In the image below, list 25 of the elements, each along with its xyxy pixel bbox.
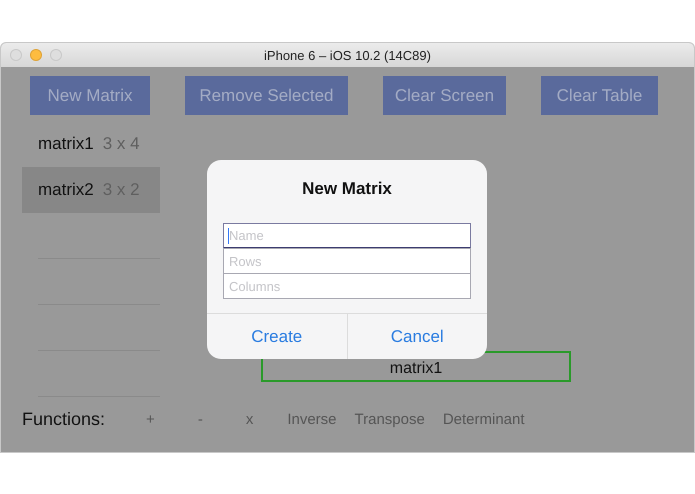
matrix-list-item[interactable]: matrix1 3 x 4 [22, 121, 160, 167]
function-button[interactable]: x [230, 410, 268, 428]
toolbar-button[interactable]: Clear Screen [382, 76, 506, 115]
function-button[interactable]: Transpose [348, 410, 431, 428]
input-field[interactable]: Name [223, 223, 471, 249]
function-button[interactable]: Determinant [436, 410, 531, 428]
input-field[interactable]: Columns [223, 273, 471, 299]
toolbar-button[interactable]: Remove Selected [184, 76, 348, 115]
functions-label: Functions: [22, 408, 106, 430]
minimize-icon[interactable] [30, 49, 42, 61]
function-button[interactable]: + [131, 410, 170, 428]
window-title: iPhone 6 – iOS 10.2 (14C89) [264, 48, 431, 62]
function-button[interactable]: Inverse [281, 410, 343, 428]
dialog-button[interactable]: Cancel [346, 314, 487, 359]
function-button[interactable]: - [182, 410, 218, 428]
close-icon[interactable] [10, 49, 22, 61]
dialog-title: New Matrix [301, 179, 393, 199]
toolbar-button[interactable]: Clear Table [540, 76, 658, 115]
input-field[interactable]: Rows [223, 248, 471, 274]
toolbar-button[interactable]: New Matrix [30, 76, 150, 115]
matrix-name: matrix1 [38, 134, 94, 154]
text-cursor [228, 228, 229, 244]
matrix-size: 3 x 4 [102, 134, 140, 154]
zoom-icon[interactable] [50, 49, 62, 61]
matrix-name: matrix2 [38, 180, 94, 200]
